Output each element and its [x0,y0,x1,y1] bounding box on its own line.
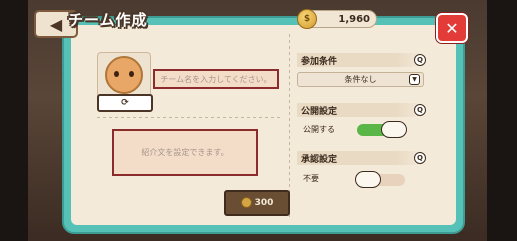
toggle-knob [355,171,381,188]
team-description-input[interactable]: 紹介文を設定できます。 [112,129,258,176]
close-button[interactable]: ✕ [436,13,468,43]
coin-icon [240,197,252,208]
coin-balance: $ 1,960 [297,9,377,29]
back-arrow-icon: ◀ [49,14,63,34]
team-description-placeholder: 紹介文を設定できます。 [141,148,229,157]
join-condition-value: 条件なし [344,75,377,84]
team-emblem[interactable] [97,52,151,98]
public-option-label: 公開する [303,125,335,134]
coin-icon: $ [297,9,317,29]
approval-option-label: 不要 [303,174,319,183]
team-name-placeholder: チーム名を入力してください。 [160,74,272,84]
close-icon: ✕ [445,18,459,38]
public-setting-label: 公開設定 [297,103,422,117]
approval-setting-info-icon[interactable]: Q [414,152,426,164]
approval-setting-label: 承認設定 [297,151,422,165]
toggle-knob [381,121,407,138]
coin-amount: 1,960 [338,13,370,25]
join-condition-info-icon[interactable]: Q [414,54,426,66]
approval-toggle[interactable] [355,171,405,188]
team-name-input[interactable]: チーム名を入力してください。 [153,69,279,89]
create-team-button[interactable]: 300 [224,190,290,216]
create-cost-amount: 300 [254,197,274,208]
public-setting-info-icon[interactable]: Q [414,104,426,116]
eevee-emblem-icon [105,56,143,94]
screen-edge-right [487,0,517,241]
join-condition-label: 参加条件 [297,53,422,67]
refresh-icon: ⟳ [121,98,129,108]
section-divider [97,117,282,118]
create-cost: 300 [240,197,274,208]
change-emblem-button[interactable]: ⟳ [97,94,153,112]
join-condition-select[interactable]: 条件なし ▼ [297,72,424,87]
public-toggle[interactable] [357,121,407,138]
screen-edge-left [0,0,28,241]
chevron-down-icon: ▼ [409,74,420,85]
page-title: チーム作成 [68,11,148,29]
